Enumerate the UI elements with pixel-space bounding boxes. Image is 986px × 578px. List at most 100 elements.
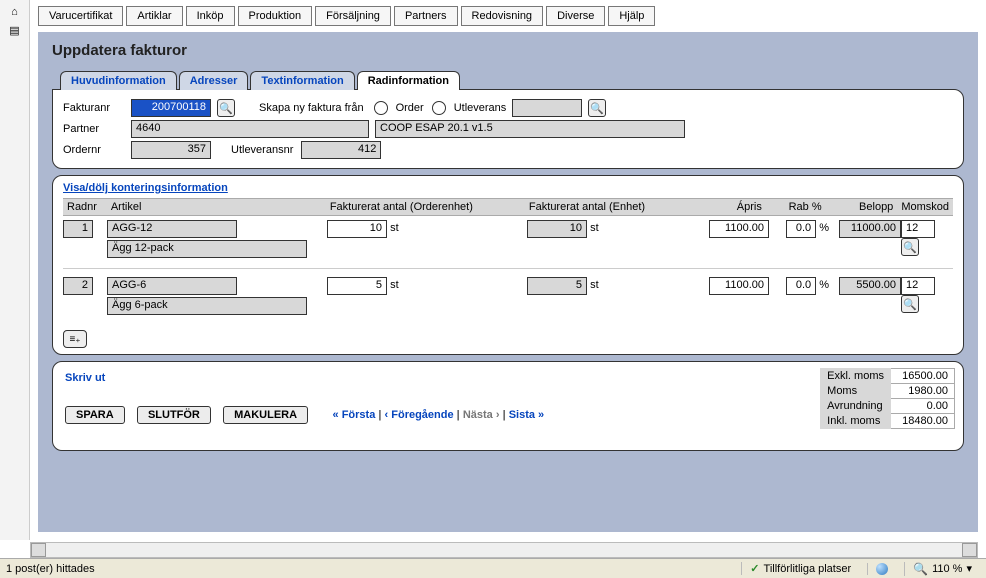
col-momskod: Momskod — [897, 199, 953, 215]
rab-input[interactable]: 0.0 — [786, 220, 816, 238]
tab-textinformation[interactable]: Textinformation — [250, 71, 354, 90]
invoice-header-panel: Fakturanr 200700118 🔍 Skapa ny faktura f… — [52, 89, 964, 169]
momskod-input[interactable]: 12 — [901, 277, 935, 295]
globe-icon — [876, 563, 888, 575]
momskod-search-icon[interactable]: 🔍 — [901, 238, 919, 256]
horizontal-scrollbar[interactable] — [30, 542, 978, 558]
col-apris: Ápris — [694, 199, 766, 215]
slutfor-button[interactable]: SLUTFÖR — [137, 406, 211, 424]
menu-forsaljning[interactable]: Försäljning — [315, 6, 391, 26]
rab-pct: % — [819, 279, 829, 291]
artikel-kod-field[interactable]: AGG-6 — [107, 277, 237, 295]
lines-header: Radnr Artikel Fakturerat antal (Orderenh… — [63, 198, 953, 216]
col-fakt-enhet: Fakturerat antal (Enhet) — [525, 199, 694, 215]
fae-unit: st — [590, 279, 599, 291]
fae-field: 5 — [527, 277, 587, 295]
fao-input[interactable]: 5 — [327, 277, 387, 295]
invoice-lines-panel: Visa/dölj konteringsinformation Radnr Ar… — [52, 175, 964, 355]
menu-diverse[interactable]: Diverse — [546, 6, 605, 26]
fakturanr-label: Fakturanr — [63, 102, 125, 114]
total-exkl-label: Exkl. moms — [821, 369, 891, 384]
check-icon: ✓ — [750, 562, 759, 575]
menu-produktion[interactable]: Produktion — [238, 6, 313, 26]
menu-partners[interactable]: Partners — [394, 6, 458, 26]
fakturanr-input[interactable]: 200700118 — [131, 99, 211, 117]
pager-prev[interactable]: ‹ Föregående — [385, 409, 454, 421]
pager-last[interactable]: Sista » — [509, 409, 544, 421]
total-inkl-value: 18480.00 — [891, 414, 955, 429]
utleveransnr-field: 412 — [301, 141, 381, 159]
apris-input[interactable]: 1100.00 — [709, 277, 769, 295]
grip-icon[interactable]: ▤ — [0, 24, 29, 37]
artikel-namn-field: Ägg 6-pack — [107, 297, 307, 315]
utleveransnr-label: Utleveransnr — [231, 144, 295, 156]
col-fakt-orderenhet: Fakturerat antal (Orderenhet) — [326, 199, 525, 215]
partner-nr-field: 4640 — [131, 120, 369, 138]
zoom-dropdown-icon[interactable]: ▾ — [966, 562, 972, 575]
total-avrundning-value: 0.00 — [891, 399, 955, 414]
total-moms-label: Moms — [821, 384, 891, 399]
menu-inkop[interactable]: Inköp — [186, 6, 235, 26]
momskod-input[interactable]: 12 — [901, 220, 935, 238]
skapa-search-icon[interactable]: 🔍 — [588, 99, 606, 117]
belopp-field: 11000.00 — [839, 220, 901, 238]
skriv-ut-link[interactable]: Skriv ut — [65, 372, 105, 384]
home-icon[interactable]: ⌂ — [0, 6, 29, 18]
order-radio-label: Order — [396, 102, 424, 114]
page-title: Uppdatera fakturor — [52, 42, 964, 59]
total-avrundning-label: Avrundning — [821, 399, 891, 414]
spara-button[interactable]: SPARA — [65, 406, 125, 424]
momskod-search-icon[interactable]: 🔍 — [901, 295, 919, 313]
status-record-count: 1 post(er) hittades — [6, 563, 95, 575]
col-rab: Rab % — [766, 199, 826, 215]
fae-field: 10 — [527, 220, 587, 238]
pager-next: Nästa › — [463, 409, 500, 421]
rab-input[interactable]: 0.0 — [786, 277, 816, 295]
toggle-kontering-link[interactable]: Visa/dölj konteringsinformation — [63, 182, 228, 194]
order-radio[interactable] — [374, 101, 388, 115]
menu-artiklar[interactable]: Artiklar — [126, 6, 182, 26]
total-moms-value: 1980.00 — [891, 384, 955, 399]
utleverans-radio[interactable] — [432, 101, 446, 115]
status-zoom[interactable]: 🔍 110 % ▾ — [904, 562, 980, 576]
pager: « Första | ‹ Föregående | Nästa › | Sist… — [333, 409, 545, 421]
menu-redovisning[interactable]: Redovisning — [461, 6, 544, 26]
ordernr-field: 357 — [131, 141, 211, 159]
total-inkl-label: Inkl. moms — [821, 414, 891, 429]
tab-adresser[interactable]: Adresser — [179, 71, 249, 90]
rab-pct: % — [819, 222, 829, 234]
partner-label: Partner — [63, 123, 125, 135]
apris-input[interactable]: 1100.00 — [709, 220, 769, 238]
add-row-icon[interactable]: ≡₊ — [63, 330, 87, 348]
fae-unit: st — [590, 222, 599, 234]
skapa-input[interactable] — [512, 99, 582, 117]
tab-strip: Huvudinformation Adresser Textinformatio… — [60, 71, 964, 90]
utleverans-radio-label: Utleverans — [454, 102, 507, 114]
menu-hjalp[interactable]: Hjälp — [608, 6, 655, 26]
artikel-kod-field[interactable]: AGG-12 — [107, 220, 237, 238]
menu-varucertifikat[interactable]: Varucertifikat — [38, 6, 123, 26]
scroll-left-arrow-icon[interactable] — [31, 543, 46, 557]
fao-input[interactable]: 10 — [327, 220, 387, 238]
fakturanr-search-icon[interactable]: 🔍 — [217, 99, 235, 117]
pager-first[interactable]: « Första — [333, 409, 376, 421]
table-row: 1 AGG-12 Ägg 12-pack 10 st 10 st 1100.00 — [63, 216, 953, 269]
radnr-field: 1 — [63, 220, 93, 238]
col-radnr: Radnr — [63, 199, 107, 215]
col-artikel: Artikel — [107, 199, 326, 215]
table-row: 2 AGG-6 Ägg 6-pack 5 st 5 st 1100.00 — [63, 269, 953, 320]
fao-unit: st — [390, 279, 399, 291]
status-zone-icon — [867, 563, 896, 575]
ordernr-label: Ordernr — [63, 144, 125, 156]
invoice-footer-panel: Skriv ut SPARA SLUTFÖR MAKULERA « Första… — [52, 361, 964, 451]
makulera-button[interactable]: MAKULERA — [223, 406, 308, 424]
scroll-right-arrow-icon[interactable] — [962, 543, 977, 557]
radnr-field: 2 — [63, 277, 93, 295]
tab-huvudinformation[interactable]: Huvudinformation — [60, 71, 177, 90]
skapa-ny-label: Skapa ny faktura från — [259, 102, 366, 114]
zoom-icon: 🔍 — [913, 562, 928, 576]
tab-radinformation[interactable]: Radinformation — [357, 71, 460, 90]
status-bar: 1 post(er) hittades ✓ Tillförlitliga pla… — [0, 558, 986, 578]
partner-name-field: COOP ESAP 20.1 v1.5 — [375, 120, 685, 138]
menu-bar: Varucertifikat Artiklar Inköp Produktion… — [30, 0, 986, 26]
